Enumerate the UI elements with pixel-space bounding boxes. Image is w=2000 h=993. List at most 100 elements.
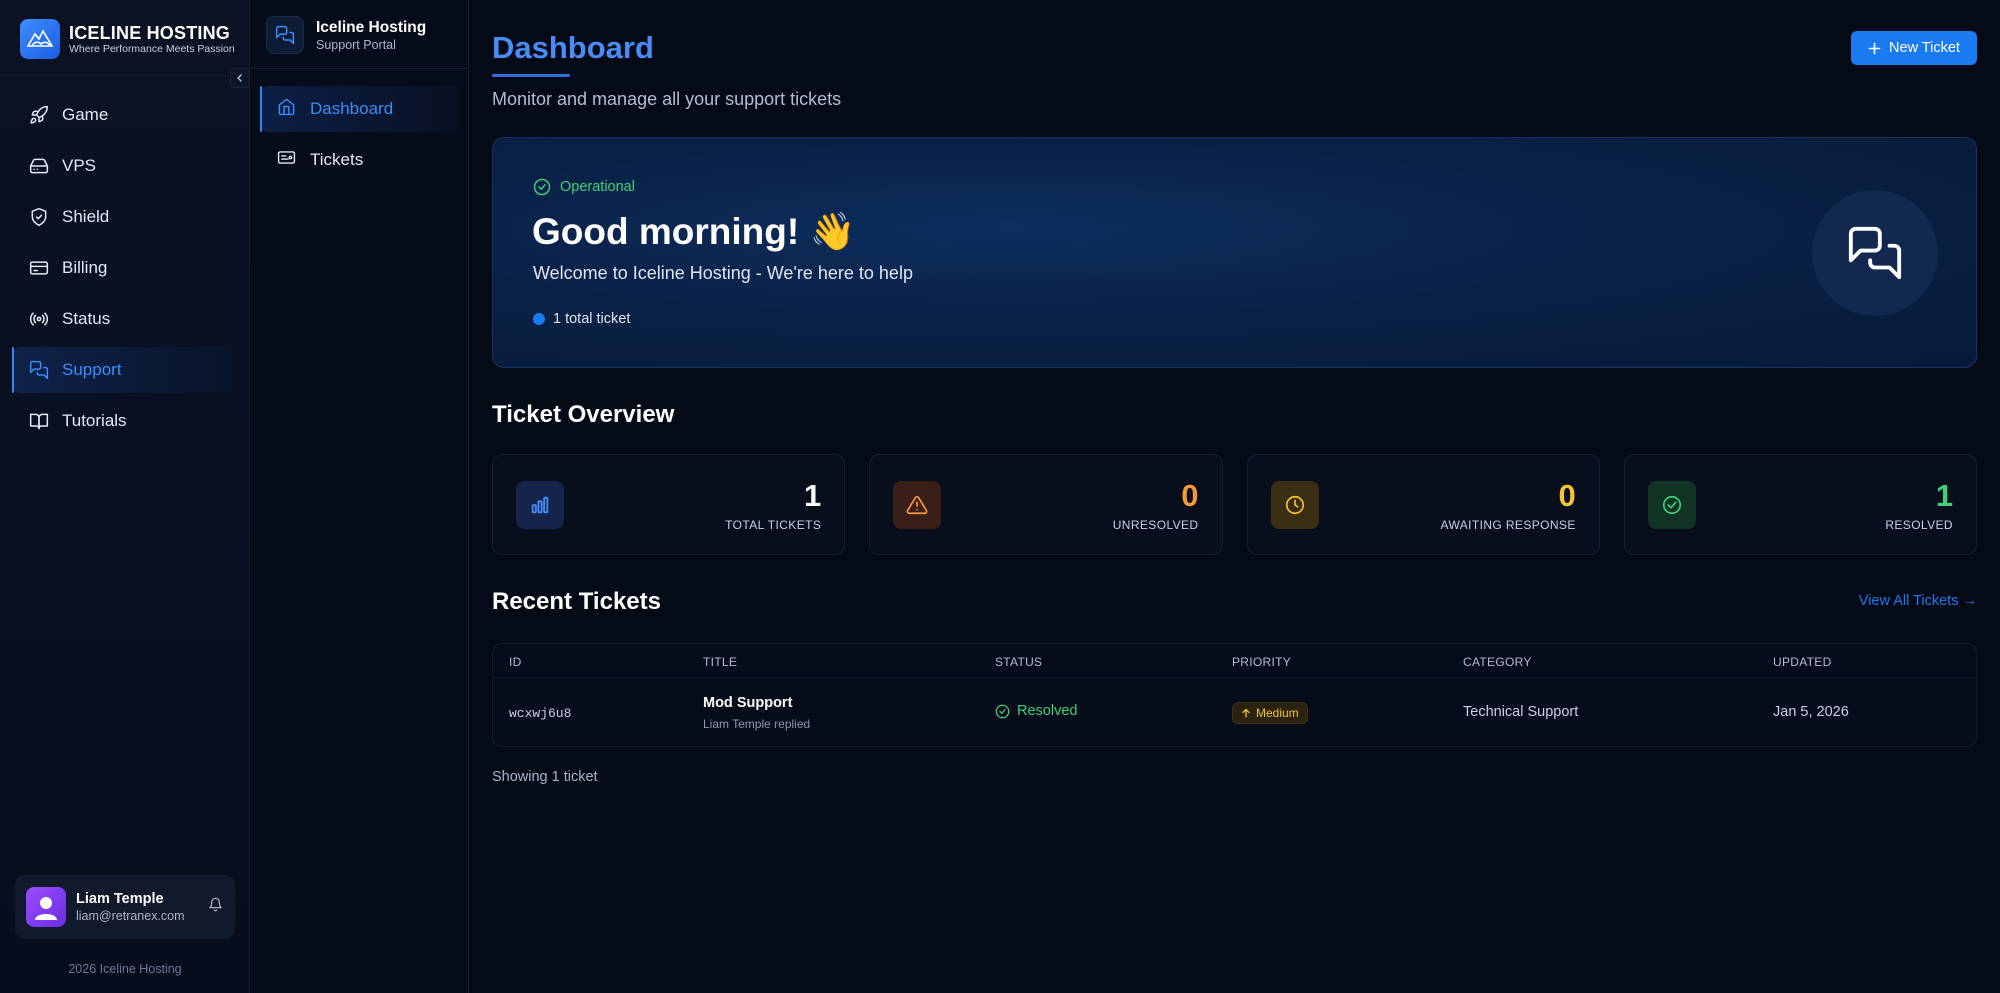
stat-total-tickets[interactable]: 1 Total Tickets <box>492 454 846 555</box>
portal-subtitle: Support Portal <box>316 37 396 52</box>
chat-icon <box>29 360 49 380</box>
clock-icon <box>1270 481 1319 529</box>
check-circle-icon <box>1647 481 1696 529</box>
stat-label: Unresolved <box>1112 518 1199 532</box>
sidebar-item-tutorials[interactable]: Tutorials <box>12 398 234 444</box>
stat-label: Resolved <box>1885 518 1953 532</box>
main-nav: Game VPS Shield Billing Status Support T… <box>12 92 234 449</box>
book-icon <box>29 411 49 431</box>
chat-icon <box>266 16 304 54</box>
new-ticket-label: New Ticket <box>1889 40 1960 56</box>
home-icon <box>277 97 296 121</box>
sidebar-item-label: Status <box>62 309 111 328</box>
new-ticket-button[interactable]: New Ticket <box>1851 31 1977 65</box>
ticket-status: Resolved <box>995 703 1077 719</box>
status-text: Operational <box>560 179 635 195</box>
sidebar-item-label: Game <box>62 105 109 124</box>
stat-value: 1 <box>1935 478 1953 513</box>
stat-label: Total Tickets <box>725 518 822 532</box>
sidebar-item-label: VPS <box>62 156 97 175</box>
stat-unresolved[interactable]: 0 Unresolved <box>869 454 1223 555</box>
table-header: ID Title Status Priority Category Update… <box>493 644 1976 678</box>
divider <box>250 68 469 69</box>
view-all-tickets-link[interactable]: View All Tickets → <box>1859 593 1977 609</box>
support-nav: Dashboard Tickets <box>260 86 460 188</box>
stat-value: 0 <box>1558 478 1576 513</box>
plus-icon <box>1868 42 1881 54</box>
shield-icon <box>29 207 49 227</box>
user-icon <box>35 897 57 920</box>
greeting: Good morning! 👋 <box>532 211 856 252</box>
broadcast-icon <box>29 309 49 329</box>
recent-tickets-title: Recent Tickets <box>492 588 661 615</box>
arrow-up-icon <box>1242 708 1250 718</box>
sidebar-item-vps[interactable]: VPS <box>12 143 234 189</box>
user-name: Liam Temple <box>76 891 164 907</box>
portal-title: Iceline Hosting <box>316 18 427 36</box>
user-card[interactable]: Liam Temple liam@retranex.com <box>15 875 235 939</box>
sidebar-item-game[interactable]: Game <box>12 92 234 138</box>
column-header-priority[interactable]: Priority <box>1232 655 1291 669</box>
user-email: liam@retranex.com <box>76 909 185 923</box>
server-icon <box>29 156 49 176</box>
sidebar-item-label: Shield <box>62 207 110 226</box>
operational-status: Operational <box>533 178 635 196</box>
brand-tagline: Where Performance Meets Passion <box>69 42 235 55</box>
check-circle-icon <box>995 704 1010 718</box>
brand[interactable]: ICELINE HOSTING Where Performance Meets … <box>20 19 235 59</box>
column-header-id[interactable]: ID <box>509 655 522 669</box>
ticket-icon <box>277 148 296 172</box>
ticket-count-text: 1 total ticket <box>553 311 631 327</box>
stat-awaiting-response[interactable]: 0 Awaiting Response <box>1246 454 1600 555</box>
brand-name: ICELINE HOSTING <box>69 22 231 43</box>
copyright: 2026 Iceline Hosting <box>68 962 182 976</box>
sidebar-item-label: Tutorials <box>62 411 127 430</box>
recent-tickets-table: ID Title Status Priority Category Update… <box>492 643 1977 747</box>
chevron-left-icon <box>236 73 243 83</box>
sidebar-item-support[interactable]: Support <box>12 347 234 393</box>
subnav-item-tickets[interactable]: Tickets <box>260 137 460 183</box>
priority-badge: Medium <box>1232 702 1308 724</box>
count-dot <box>533 313 545 325</box>
ticket-count: 1 total ticket <box>533 311 630 327</box>
subnav-item-label: Dashboard <box>310 99 394 118</box>
page-title: Dashboard <box>492 30 654 65</box>
sidebar-item-shield[interactable]: Shield <box>12 194 234 240</box>
sidebar-item-label: Billing <box>62 258 108 277</box>
avatar <box>26 887 66 927</box>
sidebar-item-label: Support <box>62 360 122 379</box>
primary-sidebar: ICELINE HOSTING Where Performance Meets … <box>0 0 250 993</box>
stat-label: Awaiting Response <box>1440 518 1576 532</box>
welcome-banner: Operational Good morning! 👋 Welcome to I… <box>492 137 1977 368</box>
ticket-subtitle: Liam Temple replied <box>703 717 811 731</box>
column-header-updated[interactable]: Updated <box>1773 655 1832 669</box>
priority-label: Medium <box>1256 706 1299 720</box>
secondary-sidebar: Iceline Hosting Support Portal Dashboard… <box>250 0 469 993</box>
page-subtitle: Monitor and manage all your support tick… <box>492 89 842 109</box>
welcome-text: Welcome to Iceline Hosting - We're here … <box>533 263 913 283</box>
ticket-id: wcxwj6u8 <box>509 706 572 721</box>
divider <box>0 75 250 76</box>
status-label: Resolved <box>1017 703 1078 719</box>
brand-logo-icon <box>20 19 60 59</box>
sidebar-item-status[interactable]: Status <box>12 296 234 342</box>
support-portal-header: Iceline Hosting Support Portal <box>266 16 426 54</box>
credit-card-icon <box>29 258 49 278</box>
sidebar-item-billing[interactable]: Billing <box>12 245 234 291</box>
main-content: Dashboard Monitor and manage all your su… <box>492 0 1977 993</box>
bell-icon[interactable] <box>208 897 223 917</box>
check-circle-icon <box>533 178 551 196</box>
stat-value: 1 <box>804 478 822 513</box>
subnav-item-label: Tickets <box>310 150 364 169</box>
stat-resolved[interactable]: 1 Resolved <box>1623 454 1977 555</box>
ticket-category: Technical Support <box>1463 704 1579 720</box>
showing-count: Showing 1 ticket <box>492 769 598 785</box>
stats-row: 1 Total Tickets 0 Unresolved 0 Awaiting … <box>492 454 1977 555</box>
chat-bubble-icon <box>1812 190 1938 316</box>
column-header-title[interactable]: Title <box>703 655 737 669</box>
column-header-category[interactable]: Category <box>1463 655 1532 669</box>
table-row[interactable]: wcxwj6u8 Mod Support Liam Temple replied… <box>493 678 1976 746</box>
subnav-item-dashboard[interactable]: Dashboard <box>260 86 460 132</box>
collapse-sidebar-button[interactable] <box>230 68 250 88</box>
column-header-status[interactable]: Status <box>995 655 1042 669</box>
